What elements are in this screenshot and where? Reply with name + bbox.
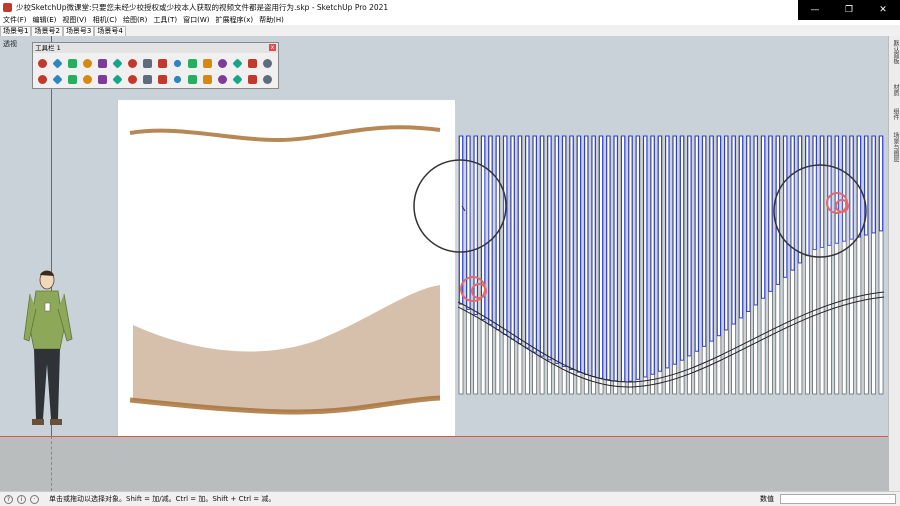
click-marker-icon	[460, 276, 487, 302]
curve-icon[interactable]	[170, 72, 184, 86]
tray-tab-components[interactable]: 组件	[890, 108, 900, 120]
measurements-input[interactable]	[780, 494, 896, 504]
pin-icon[interactable]	[260, 72, 274, 86]
section-icon[interactable]	[200, 72, 214, 86]
menu-edit[interactable]: 编辑(E)	[30, 15, 60, 25]
view-label: 透视	[3, 40, 17, 48]
dimension-icon[interactable]	[170, 56, 184, 70]
follow-me-icon[interactable]	[80, 56, 94, 70]
terrain-icon[interactable]	[95, 72, 109, 86]
status-bar: ? i · 单击或拖动以选择对象。Shift = 加/减。Ctrl = 加。Sh…	[0, 491, 900, 506]
bend-icon[interactable]	[185, 72, 199, 86]
rotate-icon[interactable]	[50, 56, 64, 70]
menu-view[interactable]: 视图(V)	[59, 15, 89, 25]
scale-icon[interactable]	[65, 56, 79, 70]
person-figure-icon	[23, 270, 73, 425]
paint-bucket-icon[interactable]	[230, 72, 244, 86]
default-tray-strip[interactable]: 默认面板 材质 组件 场景与图层	[888, 36, 900, 491]
move-icon[interactable]	[35, 56, 49, 70]
shield-icon[interactable]	[215, 56, 229, 70]
menu-help[interactable]: 帮助(H)	[256, 15, 287, 25]
cursor-magnifier-right	[773, 164, 867, 258]
flip-icon[interactable]	[155, 72, 169, 86]
recycle-icon[interactable]	[230, 56, 244, 70]
menu-camera[interactable]: 相机(C)	[90, 15, 120, 25]
layers-icon[interactable]	[50, 72, 64, 86]
components-icon[interactable]	[35, 72, 49, 86]
scene-tab-2[interactable]: 场景号2	[31, 26, 63, 36]
tray-tab-scenes[interactable]: 场景与图层	[890, 132, 900, 162]
scene-tab-1[interactable]: 场景号1	[0, 26, 32, 36]
user-icon[interactable]: ·	[30, 494, 39, 504]
drape-icon[interactable]	[140, 72, 154, 86]
zorro-icon[interactable]	[215, 72, 229, 86]
window-title: 少校SketchUp微课堂:只要您未经少校授权或少校本人获取的视频文件都是盗用行…	[16, 2, 389, 12]
push-pull-icon[interactable]	[125, 56, 139, 70]
toolbar-header[interactable]: 工具栏 1 x	[33, 43, 278, 53]
scene-tabs: 场景号1 场景号2 场景号3 场景号4	[0, 25, 900, 36]
arc-icon[interactable]	[65, 72, 79, 86]
paint-icon[interactable]	[110, 56, 124, 70]
menu-window[interactable]: 窗口(W)	[180, 15, 212, 25]
magic-icon[interactable]	[260, 56, 274, 70]
menu-bar: 文件(F) 编辑(E) 视图(V) 相机(C) 绘图(R) 工具(T) 窗口(W…	[0, 14, 287, 25]
solid-icon[interactable]	[140, 56, 154, 70]
help-icon[interactable]: ?	[4, 494, 13, 504]
sandbox-icon[interactable]	[80, 72, 94, 86]
tray-tab-default[interactable]: 默认面板	[890, 40, 900, 64]
close-button[interactable]: ✕	[866, 0, 900, 20]
reference-photo[interactable]	[118, 100, 455, 436]
smoove-icon[interactable]	[110, 72, 124, 86]
title-bar: 少校SketchUp微课堂:只要您未经少校授权或少校本人获取的视频文件都是盗用行…	[0, 0, 900, 14]
axes-icon[interactable]	[185, 56, 199, 70]
lock-icon[interactable]	[245, 56, 259, 70]
stamp-icon[interactable]	[125, 72, 139, 86]
minimize-button[interactable]: —	[798, 0, 832, 20]
scene-tab-3[interactable]: 场景号3	[62, 26, 95, 36]
info-icon[interactable]: i	[17, 494, 26, 504]
maximize-button[interactable]: ❐	[832, 0, 866, 20]
toolbar-panel[interactable]: 工具栏 1 x	[32, 42, 279, 89]
status-hint: 单击或拖动以选择对象。Shift = 加/减。Ctrl = 加。Shift + …	[49, 495, 276, 503]
extrude-icon[interactable]	[155, 56, 169, 70]
red-axis-line	[0, 436, 888, 437]
menu-tools[interactable]: 工具(T)	[150, 15, 180, 25]
menu-extensions[interactable]: 扩展程序(x)	[212, 15, 256, 25]
scale-figure[interactable]	[20, 269, 80, 449]
ground-plane	[0, 436, 888, 491]
scene-tab-4[interactable]: 场景号4	[94, 26, 126, 36]
menu-file[interactable]: 文件(F)	[0, 15, 30, 25]
protractor-icon[interactable]	[200, 56, 214, 70]
toolbar-title: 工具栏 1	[35, 44, 61, 52]
offset-icon[interactable]	[95, 56, 109, 70]
toolbar-close-button[interactable]: x	[269, 44, 276, 51]
measurements-label: 数值	[760, 495, 774, 503]
model-viewport[interactable]: 透视	[0, 36, 888, 491]
menu-draw[interactable]: 绘图(R)	[120, 15, 150, 25]
sketchup-app-icon	[3, 2, 12, 12]
tray-tab-materials[interactable]: 材质	[890, 84, 900, 96]
window-icon[interactable]	[245, 72, 259, 86]
wooden-slat-screen-image	[129, 125, 441, 415]
cursor-magnifier-left	[413, 159, 507, 253]
